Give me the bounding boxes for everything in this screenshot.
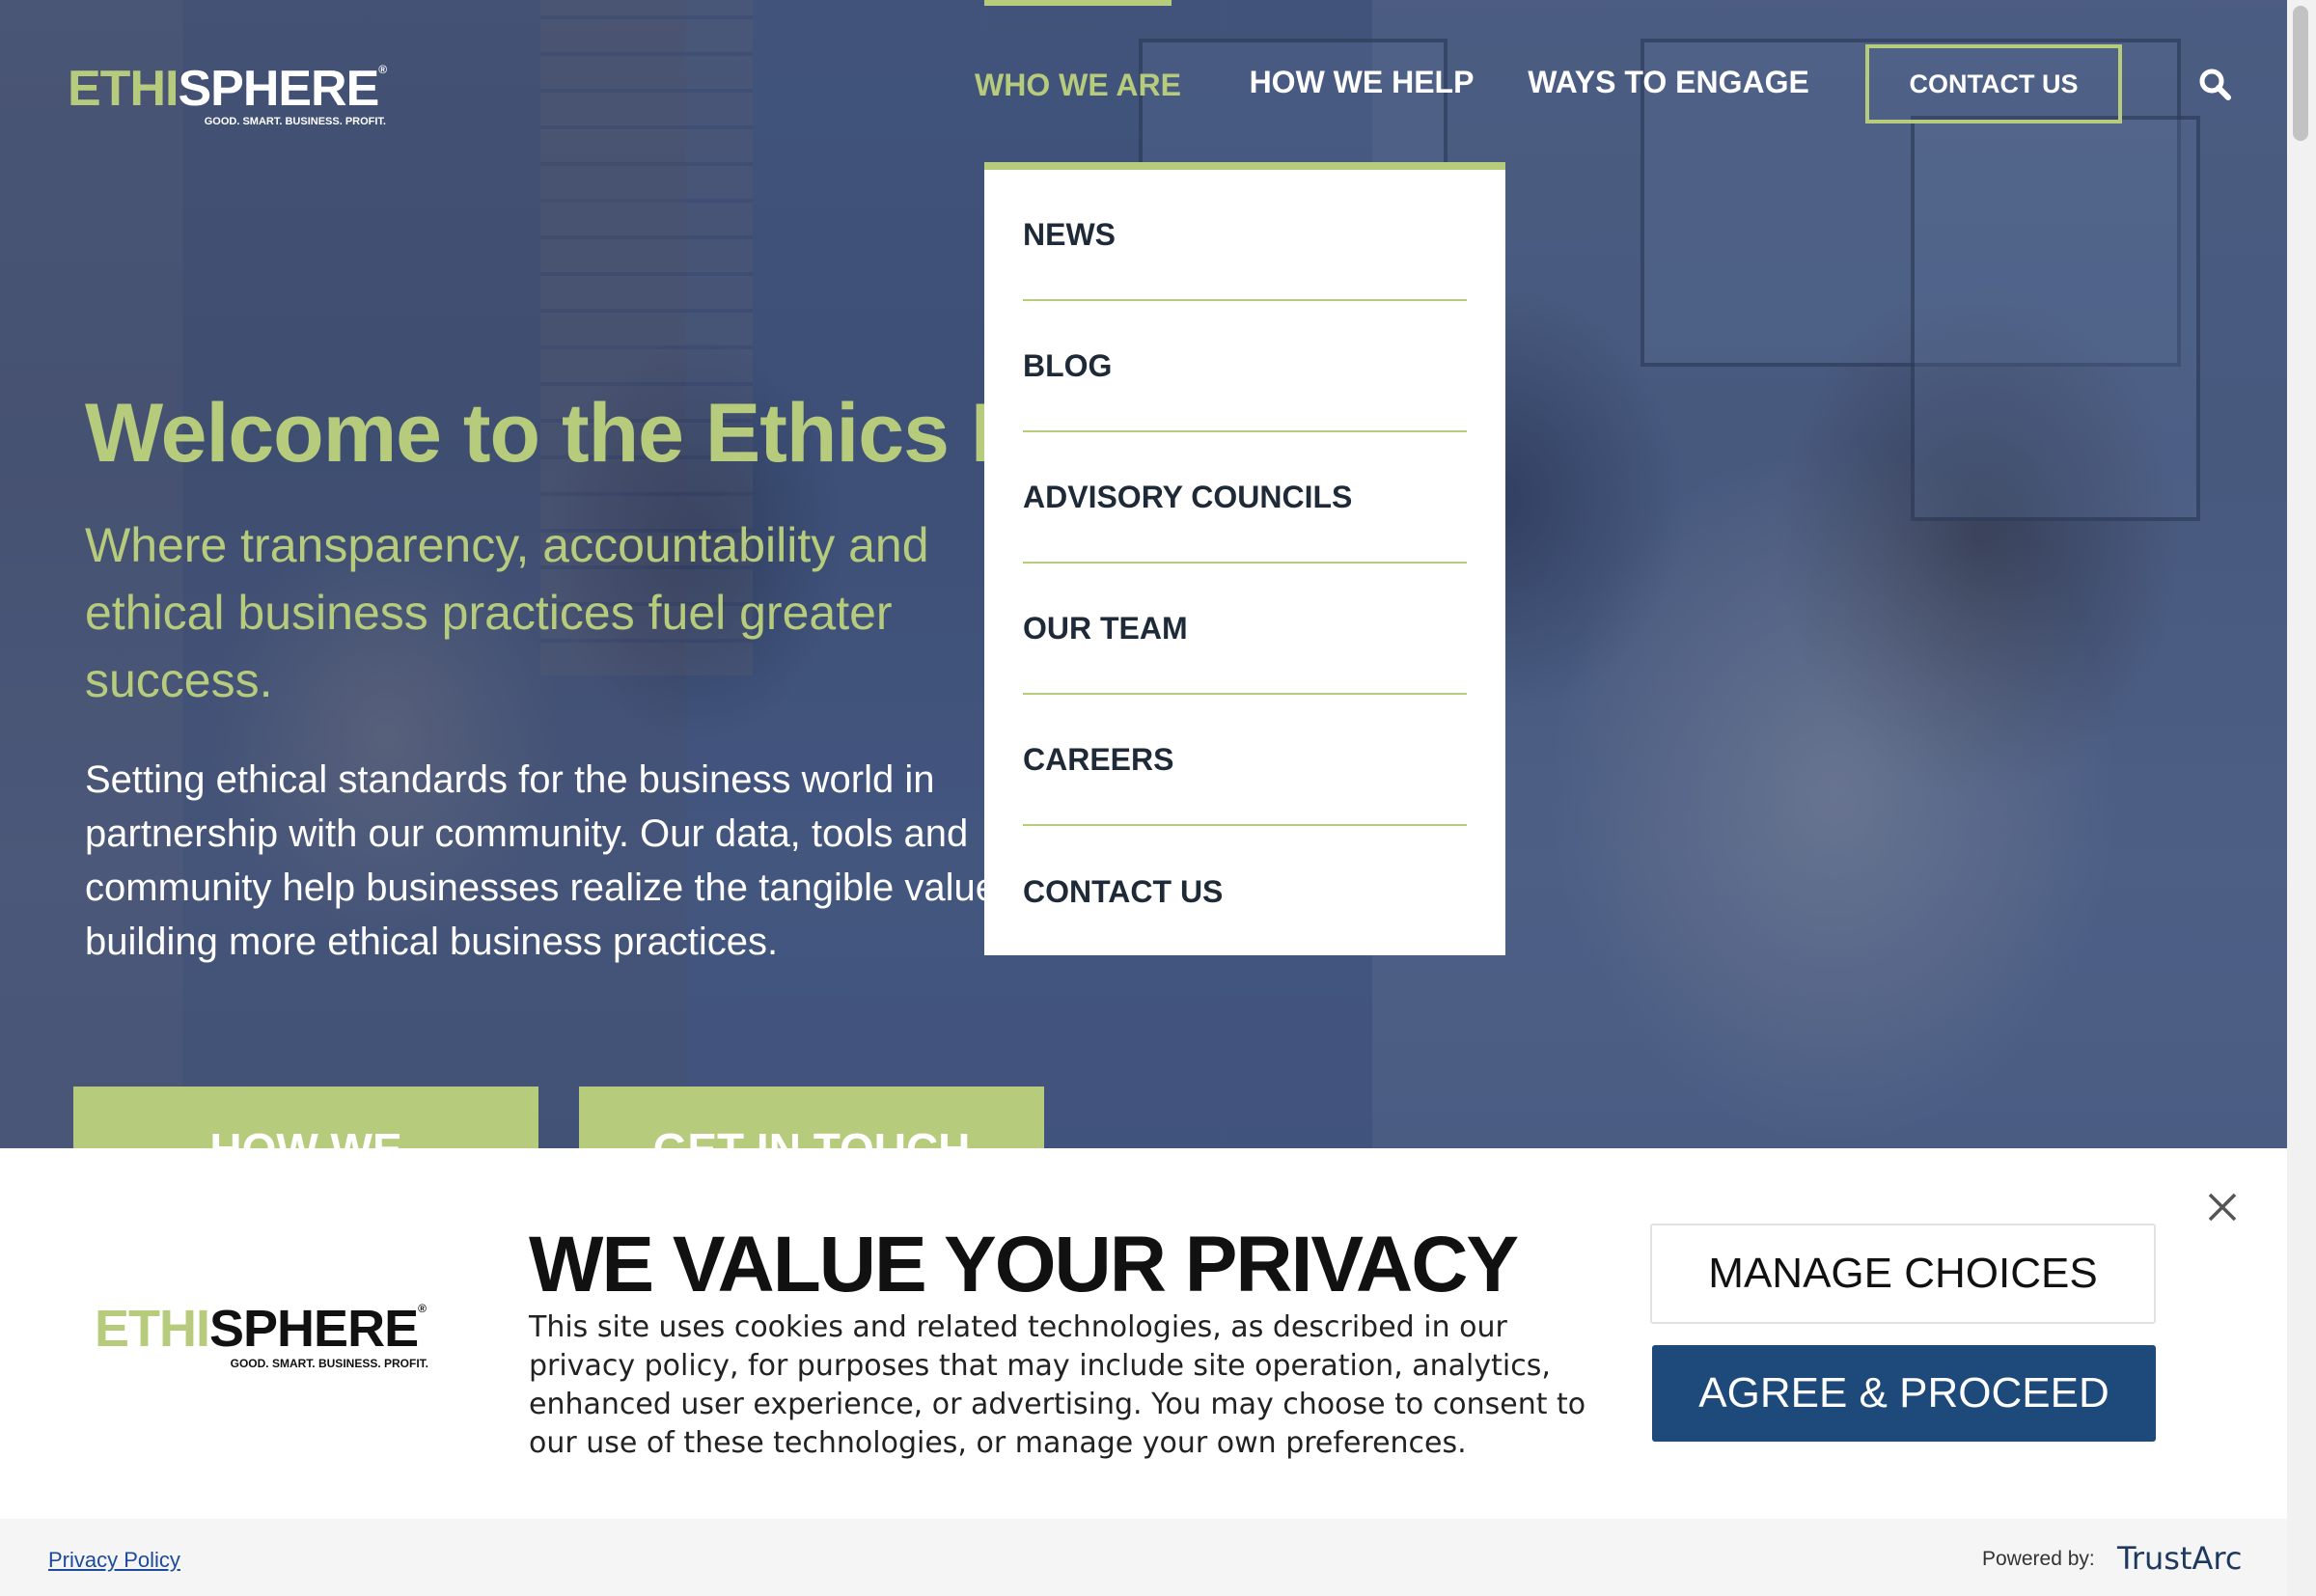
dropdown-item-blog[interactable]: BLOG	[1023, 301, 1467, 432]
dropdown-item-news[interactable]: NEWS	[1023, 170, 1467, 301]
privacy-policy-link[interactable]: Privacy Policy	[48, 1548, 180, 1573]
registered-mark: ®	[378, 63, 387, 76]
agree-and-proceed-button[interactable]: AGREE & PROCEED	[1652, 1345, 2156, 1442]
cookie-footer: Privacy Policy Powered by: TrustArc	[0, 1519, 2287, 1596]
hero-subtitle: Where transparency, accountability and e…	[85, 518, 929, 707]
dropdown-item-our-team[interactable]: OUR TEAM	[1023, 564, 1467, 695]
manage-choices-button[interactable]: MANAGE CHOICES	[1650, 1224, 2156, 1324]
powered-by-label: Powered by:	[1982, 1548, 2095, 1570]
logo-ethi: ETHI	[68, 61, 179, 117]
cookie-title: WE VALUE YOUR PRIVACY	[529, 1221, 1519, 1308]
trustarc-logo[interactable]: TrustArc	[2117, 1540, 2242, 1577]
contact-us-button[interactable]: CONTACT US	[1865, 44, 2122, 124]
registered-mark: ®	[418, 1302, 427, 1315]
nav-who-we-are[interactable]: WHO WE ARE	[975, 0, 1181, 164]
cookie-logo-sphere: SPHERE	[209, 1300, 419, 1358]
page-scrollbar[interactable]	[2287, 0, 2316, 1596]
cookie-text: This site uses cookies and related techn…	[529, 1310, 1586, 1460]
dropdown-item-advisory-councils[interactable]: ADVISORY COUNCILS	[1023, 432, 1467, 564]
ethisphere-logo[interactable]: ETHISPHERE® GOOD. SMART. BUSINESS. PROFI…	[68, 64, 396, 127]
hero-body: Setting ethical standards for the busine…	[85, 758, 997, 963]
who-we-are-dropdown: NEWS BLOG ADVISORY COUNCILS OUR TEAM CAR…	[984, 162, 1505, 955]
cookie-consent-banner: ETHISPHERE® GOOD. SMART. BUSINESS. PROFI…	[0, 1148, 2287, 1596]
get-in-touch-button[interactable]: GET IN TOUCH	[579, 1087, 1044, 1148]
cookie-logo-ethi: ETHI	[95, 1300, 210, 1358]
logo-tagline: GOOD. SMART. BUSINESS. PROFIT.	[204, 116, 386, 127]
cookie-ethisphere-logo: ETHISPHERE® GOOD. SMART. BUSINESS. PROFI…	[95, 1303, 442, 1370]
nav-ways-to-engage[interactable]: WAYS TO ENGAGE	[1528, 0, 1809, 164]
logo-sphere: SPHERE	[178, 61, 379, 117]
dropdown-item-contact-us[interactable]: CONTACT US	[1023, 826, 1467, 957]
dropdown-item-careers[interactable]: CAREERS	[1023, 695, 1467, 826]
nav-how-we-help[interactable]: HOW WE HELP	[1249, 0, 1475, 164]
search-icon[interactable]	[2198, 68, 2231, 100]
hero-title: Welcome to the Ethics Ec	[85, 387, 1071, 480]
scrollbar-thumb[interactable]	[2293, 6, 2308, 141]
how-we-help-button[interactable]: HOW WE	[73, 1087, 538, 1148]
cookie-logo-tagline: GOOD. SMART. BUSINESS. PROFIT.	[230, 1357, 428, 1370]
close-icon[interactable]	[2206, 1191, 2239, 1224]
